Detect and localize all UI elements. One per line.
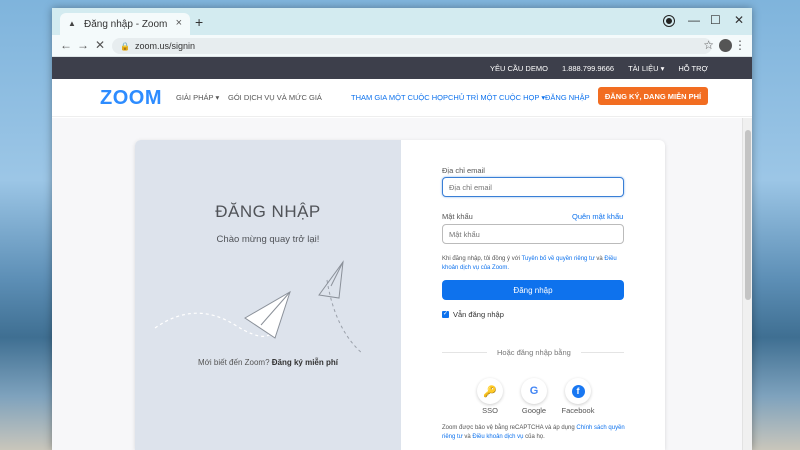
captcha-prefix: Zoom được bảo vệ bằng reCAPTCHA và áp dụ…	[442, 425, 575, 431]
stay-signed-in-label: Vẫn đăng nhập	[453, 310, 504, 319]
zoom-logo[interactable]: ZOOM	[100, 87, 162, 110]
new-to-zoom-text: Mới biết đến Zoom?	[198, 358, 270, 367]
desktop-background-right	[752, 0, 800, 450]
facebook-label: Facebook	[561, 406, 595, 415]
or-sign-in-with: Hoặc đăng nhập bằng	[487, 348, 581, 357]
stop-loading-button[interactable]: ✕	[95, 38, 105, 52]
forgot-password-link[interactable]: Quên mật khẩu	[572, 212, 623, 221]
signup-free-link[interactable]: Đăng ký miễn phí	[272, 358, 338, 367]
address-bar[interactable]: 🔒 zoom.us/signin	[112, 38, 712, 54]
maximize-button[interactable]: ☐	[710, 13, 721, 27]
google-label: Google	[521, 406, 547, 415]
resources-menu[interactable]: TÀI LIỆU ▾	[628, 64, 664, 73]
forward-button[interactable]: →	[77, 38, 89, 52]
nav-host-meeting[interactable]: CHỦ TRÌ MỘT CUỘC HỌP ▾	[448, 93, 545, 102]
login-button[interactable]: Đăng nhập	[442, 280, 624, 300]
flight-path-2	[326, 279, 364, 355]
terms-text: Khi đăng nhập, tôi đồng ý với Tuyên bố v…	[442, 255, 627, 273]
minimize-button[interactable]: —	[688, 13, 700, 27]
paper-planes-illustration	[154, 260, 364, 355]
captcha-and: và	[464, 434, 471, 440]
url-text: zoom.us/signin	[134, 41, 195, 51]
desktop-background-left	[0, 0, 52, 450]
stay-signed-in[interactable]: ✓ Vẫn đăng nhập	[442, 310, 504, 319]
email-label: Địa chỉ email	[442, 166, 485, 175]
signup-free-button[interactable]: ĐĂNG KÝ, DANG MIỄN PHÍ	[598, 87, 708, 105]
signin-card: ĐĂNG NHẬP Chào mừng quay trở lại! Mới bi…	[135, 140, 665, 450]
sso-label: SSO	[482, 406, 498, 415]
new-to-zoom-line: Mới biết đến Zoom? Đăng ký miễn phí	[135, 358, 401, 367]
nav-sign-in[interactable]: ĐĂNG NHẬP	[545, 93, 590, 102]
support-link[interactable]: HỖ TRỢ	[678, 64, 708, 73]
bookmark-star-icon[interactable]: ☆	[703, 38, 714, 52]
page-content: ĐĂNG NHẬP Chào mừng quay trở lại! Mới bi…	[52, 118, 742, 450]
browser-window: ▲ Đăng nhập - Zoom × + — ☐ ✕ ← → ✕ 🔒 zoo…	[52, 8, 752, 450]
back-button[interactable]: ←	[60, 38, 72, 52]
email-field[interactable]	[442, 177, 624, 197]
zoom-favicon-icon: ▲	[68, 19, 76, 28]
google-icon[interactable]: G	[521, 378, 547, 404]
browser-titlebar: ▲ Đăng nhập - Zoom × + — ☐ ✕	[52, 8, 752, 35]
sso-key-icon[interactable]: 🔑	[477, 378, 503, 404]
record-indicator-icon	[663, 15, 675, 27]
browser-tab[interactable]: ▲ Đăng nhập - Zoom ×	[60, 13, 190, 35]
nav-plans-pricing[interactable]: GÓI DỊCH VỤ VÀ MỨC GIÁ	[228, 93, 322, 102]
password-label: Mật khẩu	[442, 212, 473, 221]
new-tab-button[interactable]: +	[195, 14, 203, 30]
captcha-terms-link[interactable]: Điều khoản dịch vụ	[472, 434, 523, 440]
checkbox-checked-icon[interactable]: ✓	[442, 311, 449, 318]
signin-heading: ĐĂNG NHẬP	[215, 202, 321, 221]
zoom-main-nav: ZOOM GIẢI PHÁP ▾ GÓI DỊCH VỤ VÀ MỨC GIÁ …	[52, 79, 752, 117]
scrollbar-thumb[interactable]	[745, 130, 751, 300]
privacy-statement-link[interactable]: Tuyên bố về quyền riêng tư	[522, 256, 595, 262]
tab-title: Đăng nhập - Zoom	[84, 18, 168, 30]
terms-and: và	[596, 256, 603, 262]
request-demo-link[interactable]: YÊU CẦU DEMO	[490, 64, 548, 73]
nav-join-meeting[interactable]: THAM GIA MỘT CUỘC HỌP	[351, 93, 448, 102]
menu-kebab-icon[interactable]: ⋮	[734, 38, 746, 52]
close-window-button[interactable]: ✕	[734, 13, 744, 27]
zoom-topbar: YÊU CẦU DEMO 1.888.799.9666 TÀI LIỆU ▾ H…	[52, 57, 752, 79]
signin-form: Địa chỉ email Mật khẩu Quên mật khẩu Khi…	[401, 140, 665, 450]
browser-toolbar: ← → ✕ 🔒 zoom.us/signin ☆ ⋮	[52, 35, 752, 57]
facebook-icon[interactable]: f	[565, 378, 591, 404]
captcha-suffix: của họ.	[525, 434, 545, 440]
phone-number: 1.888.799.9666	[561, 63, 615, 73]
paper-plane-1	[244, 290, 291, 339]
recaptcha-notice: Zoom được bảo vệ bằng reCAPTCHA và áp dụ…	[442, 424, 632, 442]
tab-close-icon[interactable]: ×	[176, 17, 182, 29]
welcome-panel: ĐĂNG NHẬP Chào mừng quay trở lại! Mới bi…	[135, 140, 401, 450]
lock-icon: 🔒	[120, 41, 130, 51]
paper-plane-2	[318, 260, 344, 299]
nav-solutions[interactable]: GIẢI PHÁP ▾	[176, 93, 219, 102]
password-field[interactable]	[442, 224, 624, 244]
terms-prefix: Khi đăng nhập, tôi đồng ý với	[442, 256, 520, 262]
page-scrollbar[interactable]	[742, 118, 752, 450]
profile-avatar-icon[interactable]	[719, 39, 732, 52]
